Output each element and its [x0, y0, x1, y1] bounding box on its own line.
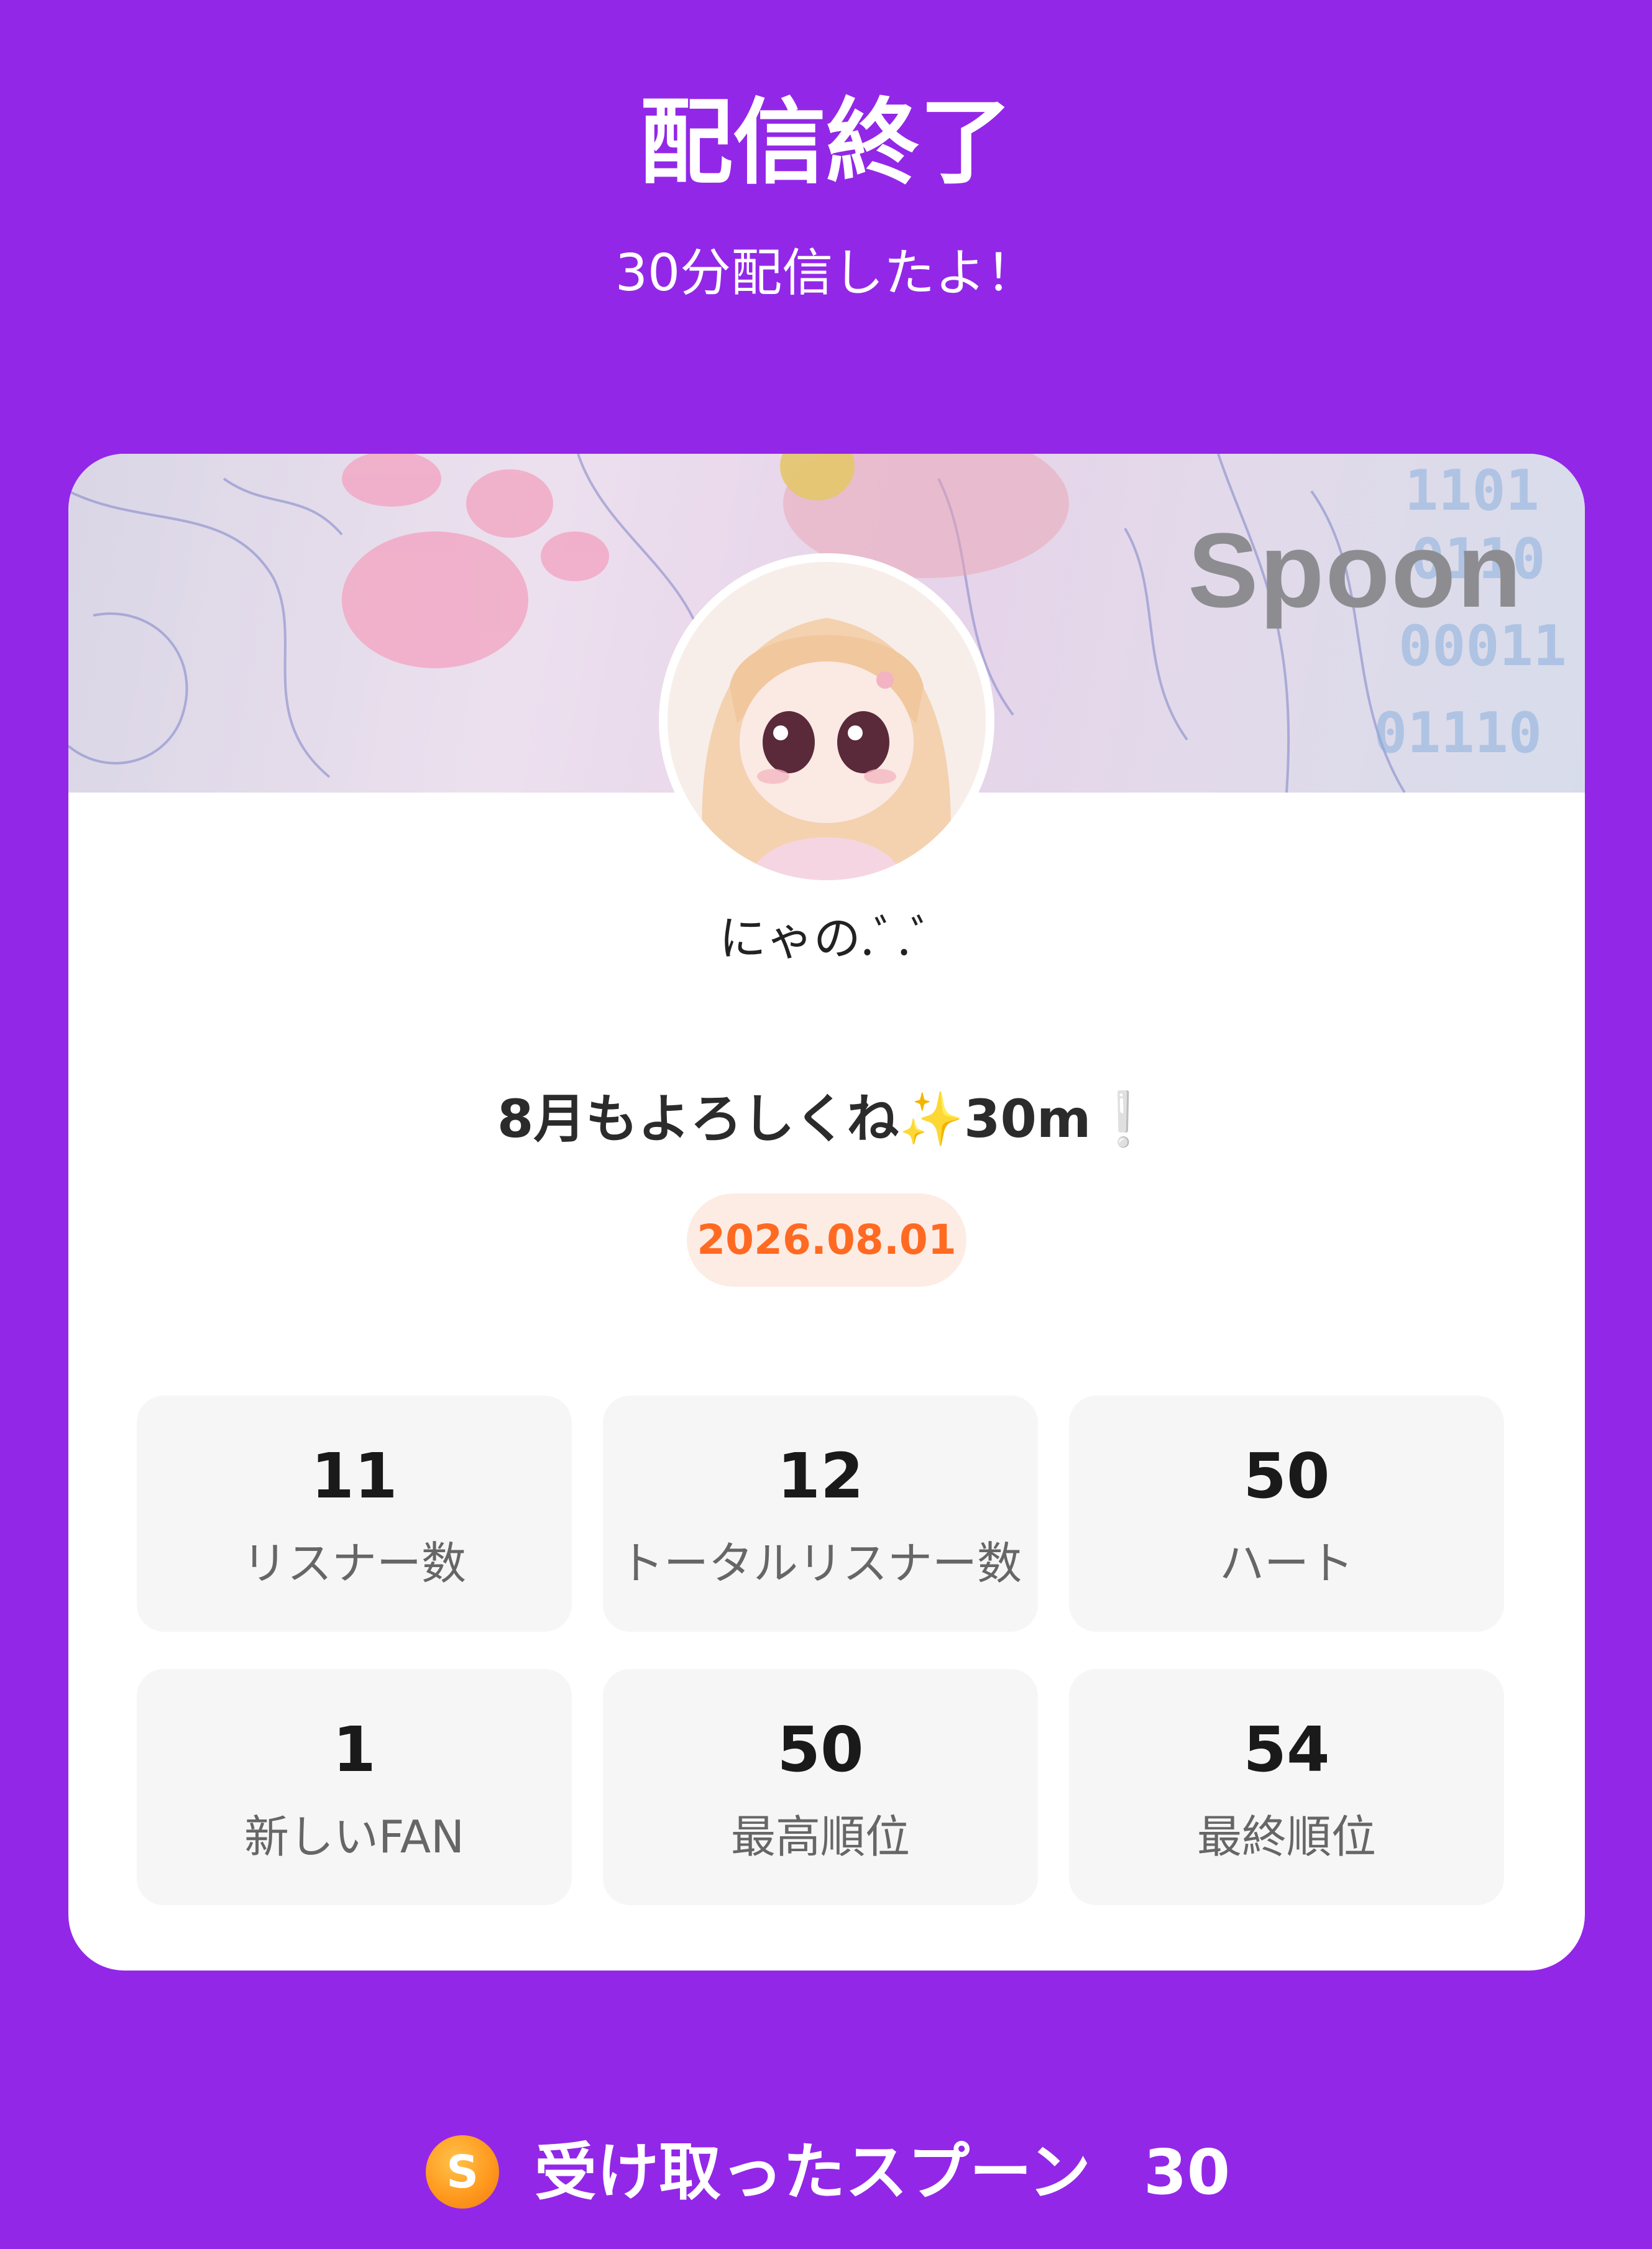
received-spoons-row: S 受け取ったスプーン 30	[0, 2129, 1652, 2216]
avatar[interactable]	[659, 553, 994, 889]
stat-label: リスナー数	[242, 1537, 466, 1589]
page-subtitle: 30分配信したよ！	[615, 244, 1037, 303]
broadcast-date-badge: 2026.08.01	[687, 1193, 966, 1287]
stat-value: 11	[311, 1440, 398, 1512]
stat-value: 50	[1243, 1440, 1330, 1512]
stat-final-rank: 54 最終順位	[1069, 1669, 1504, 1905]
stat-label: トータルリスナー数	[618, 1537, 1022, 1589]
stat-label: ハート	[1219, 1537, 1354, 1589]
stat-value: 54	[1243, 1713, 1330, 1786]
stat-hearts: 50 ハート	[1069, 1396, 1504, 1632]
broadcast-summary-card: 1101 0110 00011 01110 Spoon にゃの.ﾞ.ﾞ 8月もよ…	[68, 454, 1585, 1971]
stat-new-fans: 1 新しいFAN	[137, 1669, 572, 1905]
spoon-logo: Spoon	[1188, 512, 1523, 630]
stat-value: 12	[777, 1440, 864, 1512]
stat-highest-rank: 50 最高順位	[603, 1669, 1038, 1905]
stat-listeners: 11 リスナー数	[137, 1396, 572, 1632]
avatar-illustration	[668, 562, 986, 880]
stat-value: 1	[333, 1713, 376, 1786]
page-title: 配信終了	[639, 89, 1012, 197]
received-spoons-count: 30	[1144, 2136, 1231, 2209]
stat-total-listeners: 12 トータルリスナー数	[603, 1396, 1038, 1632]
stat-label: 最終順位	[1196, 1811, 1376, 1863]
spoon-coin-icon: S	[426, 2135, 499, 2209]
stat-label: 最高順位	[730, 1811, 910, 1863]
received-spoons-label: 受け取ったスプーン	[535, 2136, 1091, 2209]
broadcast-title: 8月もよろしくね✨30m❕	[497, 1088, 1157, 1149]
stat-label: 新しいFAN	[244, 1811, 464, 1863]
svg-text:01110: 01110	[1374, 701, 1542, 766]
stat-value: 50	[777, 1713, 864, 1786]
username: にゃの.ﾞ.ﾞ	[718, 911, 935, 966]
